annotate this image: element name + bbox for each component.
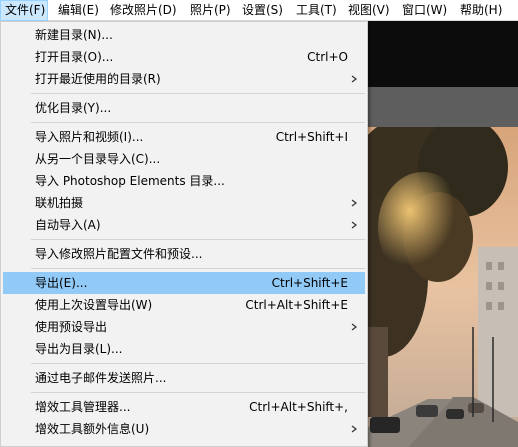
menu-separator xyxy=(31,392,365,393)
file-menu-dropdown: 新建目录(N)... 打开目录(O)... Ctrl+O 打开最近使用的目录(R… xyxy=(0,21,368,447)
menu-item-open-recent[interactable]: 打开最近使用的目录(R) xyxy=(3,68,365,90)
menu-item-shortcut: Ctrl+O xyxy=(307,50,348,64)
menu-item-label: 使用预设导出 xyxy=(35,320,108,334)
menu-item-label: 增效工具管理器... xyxy=(35,400,131,414)
street-photo-image xyxy=(368,127,518,447)
chevron-right-icon xyxy=(351,75,357,83)
menu-item-label: 导出为目录(L)... xyxy=(35,342,123,356)
menu-item-tethered-capture[interactable]: 联机拍摄 xyxy=(3,192,365,214)
menu-item-shortcut: Ctrl+Shift+I xyxy=(275,130,348,144)
menu-photo[interactable]: 照片(P) xyxy=(186,0,235,21)
menu-file[interactable]: 文件(F) xyxy=(0,0,48,21)
menu-separator xyxy=(31,122,365,123)
menu-item-shortcut: Ctrl+Alt+Shift+, xyxy=(249,400,348,414)
menu-item-export-with-preset[interactable]: 使用预设导出 xyxy=(3,316,365,338)
menu-item-label: 从另一个目录导入(C)... xyxy=(35,152,161,166)
menu-separator xyxy=(31,239,365,240)
menu-item-label: 优化目录(Y)... xyxy=(35,101,112,115)
menu-settings[interactable]: 设置(S) xyxy=(238,0,287,21)
menu-item-email-photos[interactable]: 通过电子邮件发送照片... xyxy=(3,367,365,389)
app-toolbar-area xyxy=(368,21,518,87)
menu-window[interactable]: 窗口(W) xyxy=(398,0,451,21)
menu-item-plugin-extras[interactable]: 增效工具额外信息(U) xyxy=(3,418,365,440)
menu-item-label: 导出(E)... xyxy=(35,276,88,290)
menu-separator xyxy=(31,268,365,269)
chevron-right-icon xyxy=(351,199,357,207)
menu-develop[interactable]: 修改照片(D) xyxy=(106,0,181,21)
menu-item-shortcut: Ctrl+Alt+Shift+E xyxy=(245,298,348,312)
menu-item-import-photos[interactable]: 导入照片和视频(I)... Ctrl+Shift+I xyxy=(3,126,365,148)
menu-item-import-pse-catalog[interactable]: 导入 Photoshop Elements 目录... xyxy=(3,170,365,192)
chevron-right-icon xyxy=(351,221,357,229)
menu-item-export-as-catalog[interactable]: 导出为目录(L)... xyxy=(3,338,365,360)
menu-bar: 文件(F) 编辑(E) 修改照片(D) 照片(P) 设置(S) 工具(T) 视图… xyxy=(0,0,518,21)
menu-item-export-with-previous[interactable]: 使用上次设置导出(W) Ctrl+Alt+Shift+E xyxy=(3,294,365,316)
menu-separator xyxy=(31,363,365,364)
menu-item-new-catalog[interactable]: 新建目录(N)... xyxy=(3,24,365,46)
menu-item-shortcut: Ctrl+Shift+E xyxy=(271,276,348,290)
menu-item-auto-import[interactable]: 自动导入(A) xyxy=(3,214,365,236)
menu-separator xyxy=(31,93,365,94)
menu-item-import-develop-profiles[interactable]: 导入修改照片配置文件和预设... xyxy=(3,243,365,265)
menu-item-label: 导入照片和视频(I)... xyxy=(35,130,144,144)
menu-edit[interactable]: 编辑(E) xyxy=(54,0,103,21)
menu-item-export[interactable]: 导出(E)... Ctrl+Shift+E xyxy=(3,272,365,294)
menu-item-import-from-catalog[interactable]: 从另一个目录导入(C)... xyxy=(3,148,365,170)
menu-item-open-catalog[interactable]: 打开目录(O)... Ctrl+O xyxy=(3,46,365,68)
menu-item-label: 使用上次设置导出(W) xyxy=(35,298,153,312)
menu-item-label: 打开目录(O)... xyxy=(35,50,114,64)
photo-preview[interactable] xyxy=(368,127,518,447)
chevron-right-icon xyxy=(351,323,357,331)
menu-help[interactable]: 帮助(H) xyxy=(456,0,506,21)
menu-item-optimize-catalog[interactable]: 优化目录(Y)... xyxy=(3,97,365,119)
chevron-right-icon xyxy=(351,425,357,433)
menu-item-plugin-manager[interactable]: 增效工具管理器... Ctrl+Alt+Shift+, xyxy=(3,396,365,418)
menu-item-label: 新建目录(N)... xyxy=(35,28,113,42)
menu-item-label: 打开最近使用的目录(R) xyxy=(35,72,161,86)
app-filmstrip-band xyxy=(368,87,518,127)
menu-item-label: 增效工具额外信息(U) xyxy=(35,422,150,436)
menu-item-label: 联机拍摄 xyxy=(35,196,84,210)
menu-item-label: 自动导入(A) xyxy=(35,218,101,232)
menu-item-label: 通过电子邮件发送照片... xyxy=(35,371,167,385)
menu-view[interactable]: 视图(V) xyxy=(344,0,394,21)
menu-tools[interactable]: 工具(T) xyxy=(292,0,341,21)
menu-item-label: 导入 Photoshop Elements 目录... xyxy=(35,174,225,188)
menu-item-label: 导入修改照片配置文件和预设... xyxy=(35,247,203,261)
